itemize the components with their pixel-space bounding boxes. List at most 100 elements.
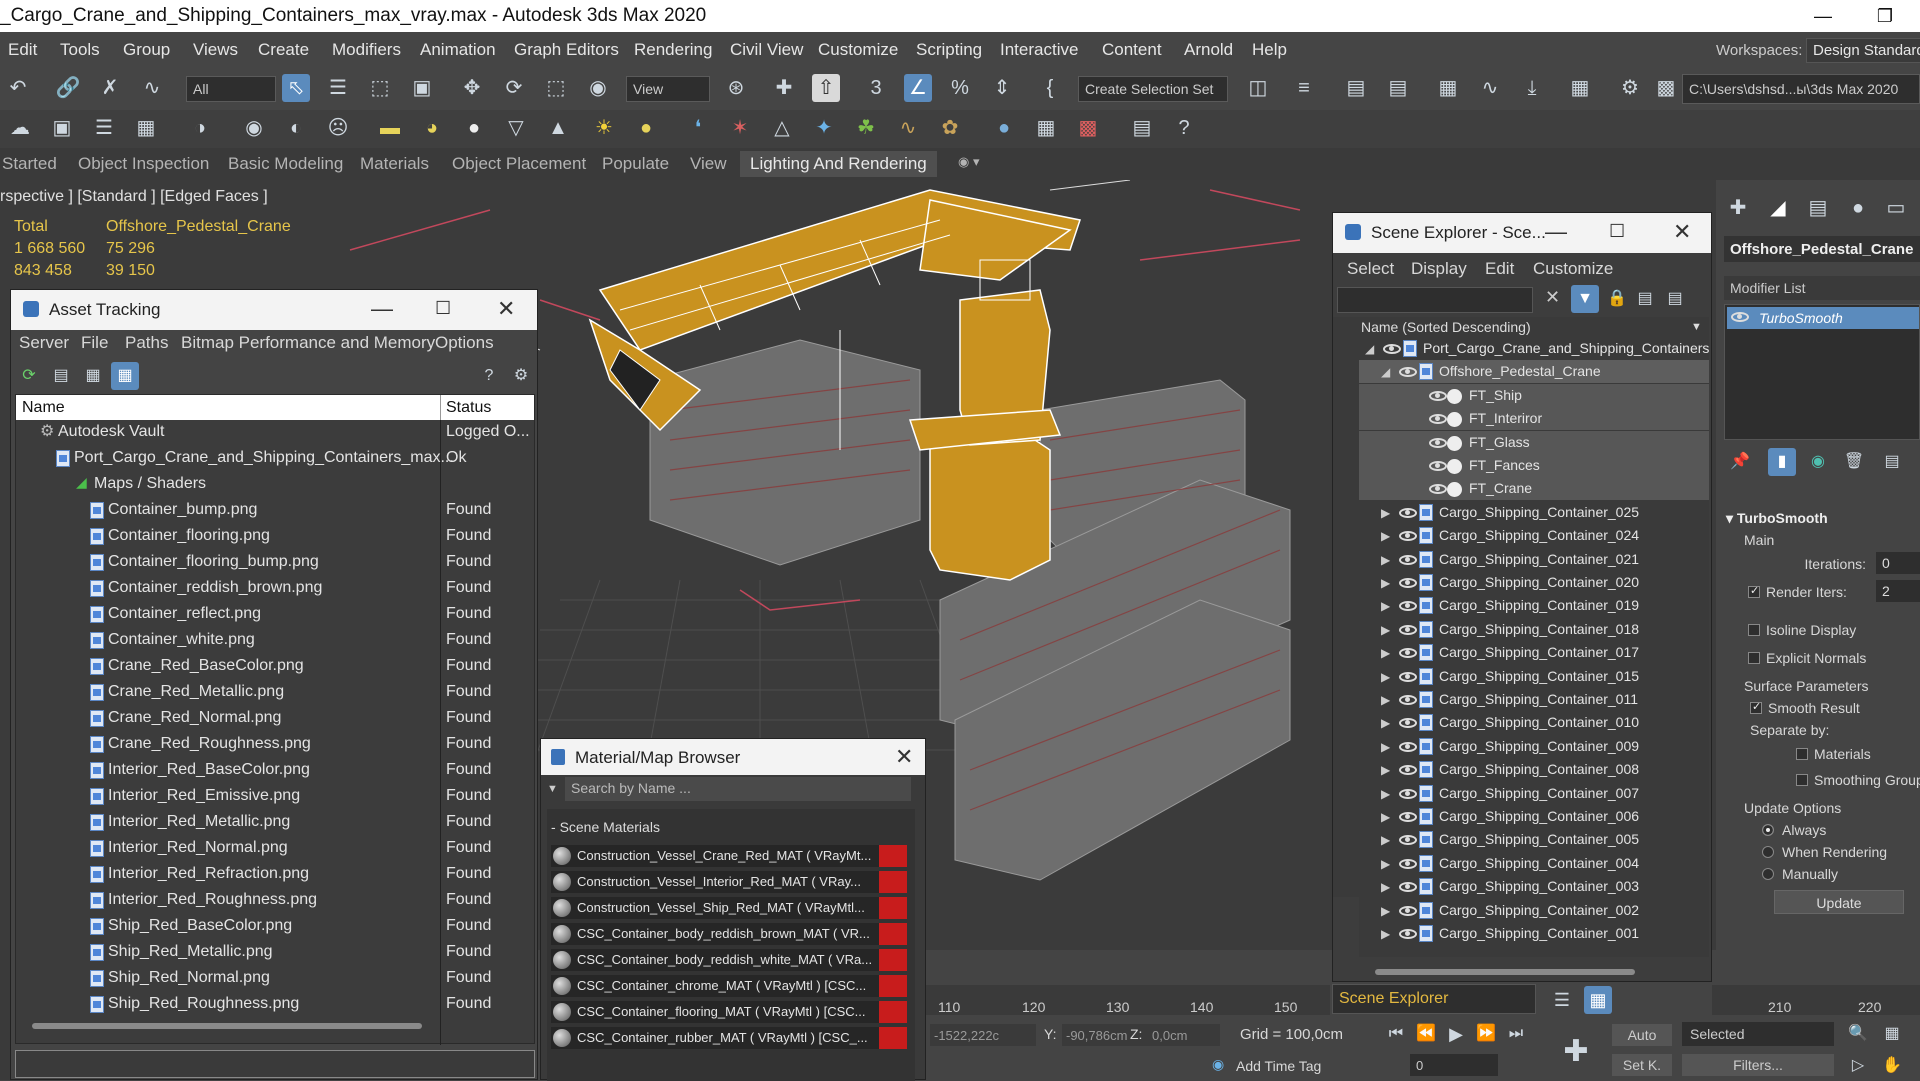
when-rendering-radio[interactable] [1762, 846, 1774, 858]
chevron-down-icon[interactable]: ▼ [547, 783, 558, 795]
menu-graph-editors[interactable]: Graph Editors [514, 40, 619, 60]
place-icon[interactable]: ◉ [584, 74, 612, 102]
material-item[interactable]: CSC_Container_flooring_MAT ( VRayMtl ) [… [551, 1001, 907, 1023]
snaps-3d-icon[interactable]: 3 [862, 74, 890, 102]
minimize-icon[interactable]: — [1545, 219, 1567, 245]
eye-icon[interactable] [1429, 484, 1447, 495]
tree-item[interactable]: ▶ Cargo_Shipping_Container_002 [1359, 899, 1709, 922]
make-unique-icon[interactable]: ◉ [1804, 448, 1832, 476]
eye-icon[interactable] [1399, 671, 1417, 682]
decal-icon[interactable]: ✦ [810, 114, 838, 142]
help-icon[interactable]: ? [1170, 114, 1198, 142]
asset-row[interactable]: Interior_Red_Metallic.png Found [16, 810, 534, 835]
current-frame-input[interactable]: 0 [1410, 1054, 1498, 1076]
unlink-icon[interactable]: ✗ [96, 74, 124, 102]
column-name[interactable]: Name [22, 399, 65, 417]
expand-toggle-icon[interactable]: ▶ [1381, 904, 1390, 918]
modify-tab-icon[interactable]: ◢ [1764, 194, 1792, 222]
menu-content[interactable]: Content [1102, 40, 1162, 60]
select-object-icon[interactable]: ⬁ [282, 74, 310, 102]
eye-icon[interactable] [1399, 882, 1417, 893]
detail-view-icon[interactable]: ▦ [79, 362, 107, 390]
expand-toggle-icon[interactable]: ▶ [1381, 763, 1390, 777]
material-item[interactable]: Construction_Vessel_Ship_Red_MAT ( VRayM… [551, 897, 907, 919]
tree-item[interactable]: ▶ Cargo_Shipping_Container_019 [1359, 594, 1709, 617]
list-view-icon[interactable]: ▤ [47, 362, 75, 390]
help-icon[interactable]: ? [475, 362, 503, 390]
vray-log-icon[interactable]: ▤ [1128, 114, 1156, 142]
asset-row[interactable]: Ship_Red_BaseColor.png Found [16, 914, 534, 939]
sun-icon[interactable]: ☀ [590, 114, 618, 142]
tab-started[interactable]: Started [2, 154, 57, 174]
render-iters-checkbox[interactable]: ✓ [1748, 585, 1760, 598]
undo-icon[interactable]: ↶ [4, 74, 32, 102]
hierarchy-icon[interactable]: ▤ [1631, 285, 1659, 313]
tree-item[interactable]: ▶ Cargo_Shipping_Container_009 [1359, 735, 1709, 758]
expand-toggle-icon[interactable]: ▶ [1381, 529, 1390, 543]
turbosmooth-rollout[interactable]: ▾ TurboSmooth [1726, 510, 1828, 527]
key-mode-icon[interactable]: ✚ [1556, 1032, 1596, 1072]
menu-options[interactable]: Options [435, 333, 494, 353]
workspaces-dropdown[interactable]: Design Standard [1806, 38, 1920, 63]
add-time-tag[interactable]: Add Time Tag [1236, 1058, 1321, 1074]
maximize-icon[interactable]: ❐ [1862, 0, 1908, 32]
tree-item[interactable]: FT_Interiror [1359, 407, 1709, 431]
expand-toggle-icon[interactable]: ▶ [1381, 646, 1390, 660]
asset-row[interactable]: Interior_Red_Refraction.png Found [16, 862, 534, 887]
z-coordinate[interactable]: 0,0cm [1148, 1024, 1220, 1046]
tab-object-inspection[interactable]: Object Inspection [78, 154, 209, 174]
expand-toggle-icon[interactable]: ◢ [1365, 342, 1374, 356]
minimize-icon[interactable]: — [1800, 0, 1846, 32]
manipulate-icon[interactable]: ✚ [770, 74, 798, 102]
menu-help[interactable]: Help [1252, 40, 1287, 60]
horizontal-scrollbar[interactable] [32, 1023, 422, 1029]
tree-item[interactable]: ▶ Cargo_Shipping_Container_021 [1359, 548, 1709, 571]
configure-sets-icon[interactable]: ▤ [1878, 448, 1906, 476]
asset-row[interactable]: Ship_Red_Roughness.png Found [16, 992, 534, 1017]
field-of-view-icon[interactable]: ▷ [1844, 1052, 1872, 1080]
named-selection-icon[interactable]: { [1036, 74, 1064, 102]
motion-tab-icon[interactable]: ● [1844, 194, 1872, 222]
dome-light-icon[interactable]: ◕ [418, 114, 446, 142]
rect-selection-icon[interactable]: ⬚ [366, 74, 394, 102]
auto-key-button[interactable]: Auto [1612, 1024, 1672, 1046]
material-editor-icon[interactable]: ▦ [1566, 74, 1594, 102]
asset-row[interactable]: Container_flooring_bump.png Found [16, 550, 534, 575]
expand-toggle-icon[interactable]: ▶ [1381, 553, 1390, 567]
explicit-normals-checkbox[interactable] [1748, 652, 1760, 664]
selected-dropdown[interactable]: Selected [1682, 1022, 1834, 1046]
ambient-light-icon[interactable]: ● [632, 114, 660, 142]
asset-row[interactable]: Interior_Red_Normal.png Found [16, 836, 534, 861]
tree-item[interactable]: ▶ Cargo_Shipping_Container_010 [1359, 711, 1709, 734]
material-sphere-icon[interactable]: ● [990, 114, 1018, 142]
eye-icon[interactable] [1399, 601, 1417, 612]
tree-item[interactable]: FT_Ship [1359, 383, 1709, 407]
render-window-icon[interactable]: ▣ [48, 114, 76, 142]
eye-icon[interactable] [1399, 741, 1417, 752]
menu-edit[interactable]: Edit [8, 40, 37, 60]
menu-arnold[interactable]: Arnold [1184, 40, 1233, 60]
material-search-input[interactable]: Search by Name ... [565, 777, 911, 801]
plane-icon[interactable]: △ [768, 114, 796, 142]
close-icon[interactable]: ✕ [1673, 219, 1691, 245]
asset-row[interactable]: Crane_Red_Metallic.png Found [16, 680, 534, 705]
tree-item[interactable]: ▶ Cargo_Shipping_Container_007 [1359, 782, 1709, 805]
lock-icon[interactable]: 🔒 [1603, 285, 1631, 313]
eye-icon[interactable] [1399, 788, 1417, 799]
material-item[interactable]: CSC_Container_chrome_MAT ( VRayMtl ) [CS… [551, 975, 907, 997]
menu-interactive[interactable]: Interactive [1000, 40, 1078, 60]
expand-toggle-icon[interactable]: ▶ [1381, 716, 1390, 730]
manually-radio[interactable] [1762, 868, 1774, 880]
display-tab-icon[interactable]: ▭ [1882, 194, 1910, 222]
spot-light-icon[interactable]: ▲ [544, 114, 572, 142]
minimize-icon[interactable]: — [371, 296, 393, 322]
close-icon[interactable]: ✕ [497, 296, 515, 322]
asset-row[interactable]: ⚙ Autodesk Vault Logged O... [16, 420, 534, 445]
menu-edit[interactable]: Edit [1485, 259, 1514, 279]
create-selection-set-dropdown[interactable]: Create Selection Set [1078, 76, 1228, 102]
modifier-list-dropdown[interactable]: Modifier List [1724, 276, 1920, 300]
eye-icon[interactable] [1399, 367, 1417, 378]
tree-item[interactable]: FT_Crane [1359, 477, 1709, 501]
scene-explorer-selector[interactable]: Scene Explorer [1332, 984, 1536, 1014]
scale-icon[interactable]: ⬚ [542, 74, 570, 102]
